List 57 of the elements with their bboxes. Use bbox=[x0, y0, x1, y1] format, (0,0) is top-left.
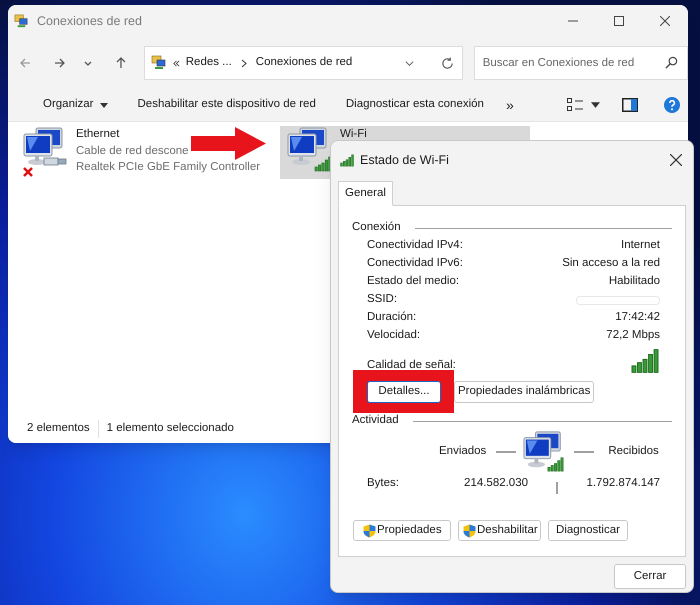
refresh-icon[interactable] bbox=[440, 56, 454, 70]
field-label: SSID: bbox=[367, 292, 398, 308]
status-text: 1 elemento seleccionado bbox=[98, 420, 242, 438]
window-title: Conexiones de red bbox=[37, 12, 142, 30]
organize-menu[interactable]: Organizar bbox=[43, 96, 108, 114]
action-button[interactable]: Deshabilitar bbox=[458, 520, 541, 541]
dialog-title: Estado de Wi-Fi bbox=[360, 152, 449, 169]
dialog-button[interactable]: Detalles... bbox=[367, 381, 441, 403]
close-button[interactable]: Cerrar bbox=[614, 564, 686, 589]
field-value: Internet bbox=[621, 238, 660, 254]
field-label: Duración: bbox=[367, 310, 416, 326]
signal-bars-icon bbox=[339, 154, 355, 166]
field-label: Velocidad: bbox=[367, 328, 420, 344]
breadcrumb[interactable]: Conexiones de red bbox=[256, 54, 352, 72]
action-button[interactable]: Diagnosticar bbox=[548, 520, 628, 541]
network-folder-icon bbox=[14, 14, 29, 28]
preview-pane-icon[interactable] bbox=[622, 98, 638, 112]
field-label: Conectividad IPv6: bbox=[367, 256, 463, 272]
connection-name: Wi-Fi bbox=[340, 127, 367, 142]
field-label: Estado del medio: bbox=[367, 274, 460, 290]
breadcrumb[interactable]: Redes ... bbox=[186, 54, 232, 72]
column-label: Enviados bbox=[439, 444, 486, 460]
field-value: 72,2 Mbps bbox=[606, 328, 660, 344]
bytes-value: 214.582.030 bbox=[463, 476, 528, 492]
close-icon[interactable] bbox=[670, 154, 682, 166]
search-field[interactable]: Buscar en Conexiones de red bbox=[474, 46, 688, 80]
toolbar-button[interactable]: Deshabilitar este dispositivo de red bbox=[138, 96, 316, 114]
field-value: 17:42:42 bbox=[615, 310, 660, 326]
search-icon[interactable] bbox=[664, 56, 678, 69]
connection-detail: Cable de red descone bbox=[76, 144, 190, 158]
chevron-right-icon bbox=[240, 58, 247, 68]
help-icon[interactable] bbox=[664, 97, 680, 113]
column-label: Recibidos bbox=[608, 444, 659, 460]
section-heading: Actividad bbox=[352, 413, 399, 428]
double-chevron-icon bbox=[172, 60, 180, 66]
dialog-button[interactable]: Propiedades inalámbricas bbox=[454, 381, 594, 403]
caret-icon[interactable] bbox=[591, 102, 600, 108]
section-heading: Conexión bbox=[352, 220, 401, 236]
field-label: Bytes: bbox=[367, 476, 400, 492]
field-value: Sin acceso a la red bbox=[562, 256, 660, 272]
connection-detail: Realtek PCIe GbE Family Controller bbox=[76, 160, 260, 175]
field-value: Habilitado bbox=[608, 274, 660, 290]
caret-icon bbox=[100, 102, 108, 108]
toolbar-button[interactable]: Diagnosticar esta conexión bbox=[346, 96, 484, 114]
field-label: Calidad de señal: bbox=[367, 358, 456, 373]
signal-strength-icon bbox=[630, 348, 660, 374]
connection-name: Ethernet bbox=[76, 127, 120, 142]
address-bar[interactable]: Redes ... Conexiones de red bbox=[144, 46, 463, 80]
status-text: 2 elementos bbox=[26, 421, 91, 436]
tab[interactable]: General bbox=[338, 181, 393, 206]
connection-item[interactable]: Ethernet Cable de red descone Realtek PCIe GbE Family Controller bbox=[16, 126, 271, 179]
view-options-icon[interactable] bbox=[567, 98, 583, 112]
field-label: Conectividad IPv4: bbox=[367, 238, 463, 254]
network-folder-icon bbox=[150, 55, 167, 71]
more-commands-button[interactable]: » bbox=[506, 94, 514, 116]
action-button[interactable]: Propiedades bbox=[353, 520, 451, 541]
bytes-value: 1.792.874.147 bbox=[586, 476, 660, 492]
